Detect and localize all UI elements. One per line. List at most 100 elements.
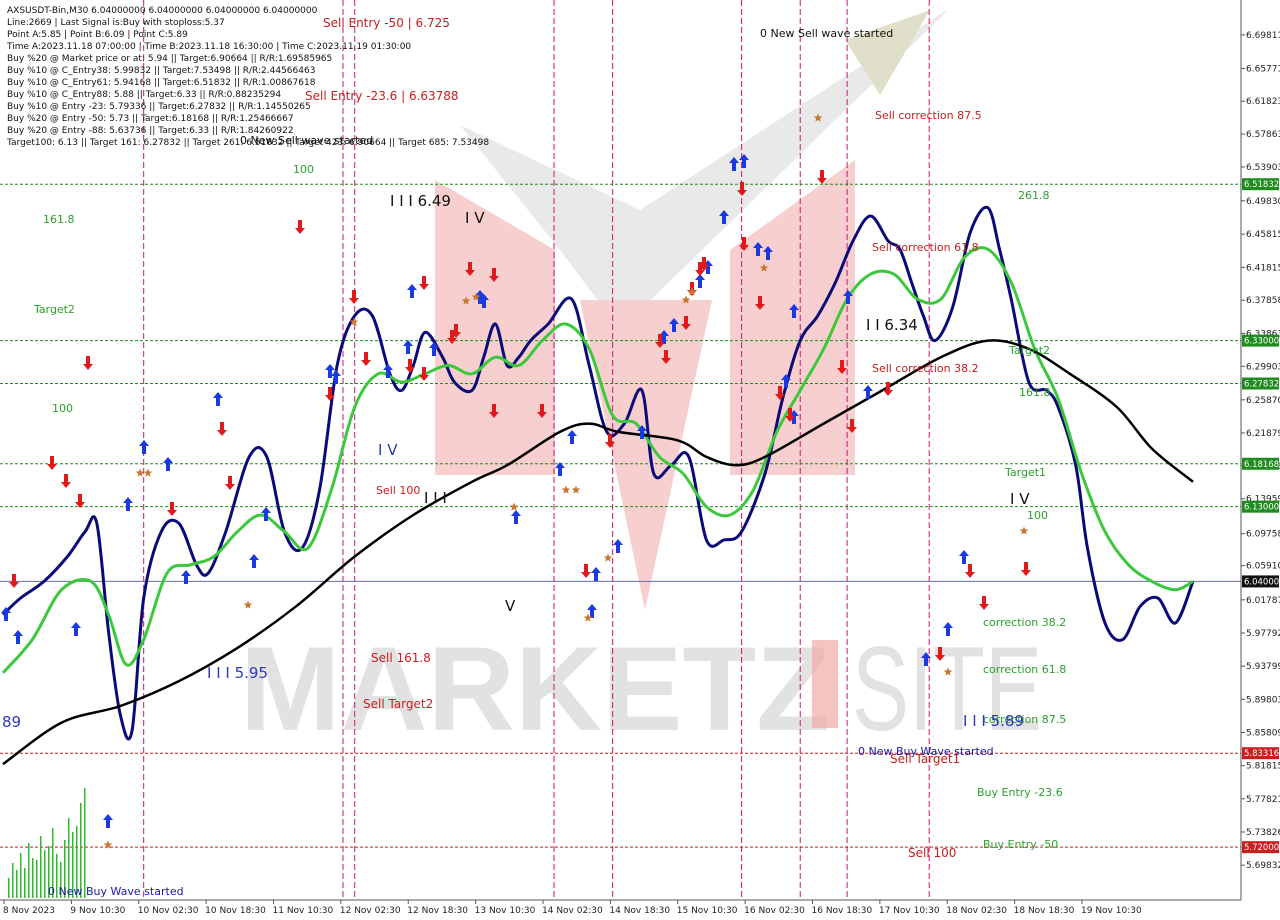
- price-tag-label: 6.33000: [1244, 337, 1279, 347]
- info-line: Buy %10 @ C_Entry38: 5.99832 || Target:7…: [7, 66, 315, 76]
- y-tick-label: 6.57863: [1246, 130, 1280, 140]
- y-tick-label: 6.69811: [1246, 31, 1280, 41]
- y-tick-label: 6.61823: [1246, 97, 1280, 107]
- x-tick-label: 14 Nov 02:30: [542, 906, 603, 916]
- x-tick-label: 17 Nov 10:30: [879, 906, 940, 916]
- price-tag-label: 6.18168: [1244, 460, 1279, 470]
- chart-annotation: I I 6.34: [866, 316, 918, 334]
- x-tick-label: 13 Nov 10:30: [475, 906, 536, 916]
- price-tag-label: 5.72000: [1244, 843, 1279, 853]
- chart-annotation: I V: [465, 209, 485, 227]
- x-tick-label: 11 Nov 10:30: [273, 906, 334, 916]
- x-tick-label: 18 Nov 02:30: [946, 906, 1007, 916]
- volume-bar: [8, 878, 10, 898]
- chart-annotation: 0 New Buy Wave started: [48, 885, 184, 898]
- y-tick-label: 6.65771: [1246, 64, 1280, 74]
- price-chart[interactable]: MARKETZ SITE Sell Entry -50 | 6.725 Sell …: [0, 0, 1280, 920]
- chart-annotation: Target1: [1004, 466, 1046, 479]
- x-tick-label: 10 Nov 02:30: [138, 906, 199, 916]
- volume-bar: [36, 860, 38, 898]
- info-line: Buy %20 @ Entry -88: 5.63736 || Target:6…: [7, 126, 294, 136]
- volume-bar: [84, 788, 86, 898]
- volume-bar: [12, 863, 14, 898]
- chart-annotation: Sell 100: [376, 484, 420, 497]
- x-tick-label: 19 Nov 10:30: [1081, 906, 1142, 916]
- chart-annotation: I I I 5.89: [963, 712, 1024, 730]
- chart-annotation: I V: [1010, 490, 1030, 508]
- chart-annotation: 161.8: [1019, 386, 1051, 399]
- watermark-i-bar: [812, 640, 838, 728]
- chart-annotation: 261.8: [1018, 189, 1050, 202]
- info-line: Buy %10 @ C_Entry88: 5.88 || Target:6.33…: [7, 90, 281, 100]
- chart-annotation: 89: [2, 713, 21, 731]
- volume-bar: [44, 850, 46, 898]
- y-tick-label: 5.85809: [1246, 728, 1280, 738]
- chart-annotation: I I I 6.49: [390, 192, 451, 210]
- chart-annotation: 0 New Buy Wave started: [858, 745, 994, 758]
- info-line: Target100: 6.13 || Target 161: 6.27832 |…: [6, 138, 489, 148]
- price-tag-label: 6.04000: [1244, 577, 1279, 587]
- chart-annotation: Target2: [33, 303, 75, 316]
- y-tick-label: 6.41815: [1246, 263, 1280, 273]
- x-tick-label: 9 Nov 10:30: [70, 906, 125, 916]
- chart-annotation: 100: [1027, 509, 1048, 522]
- price-tag-label: 6.27832: [1244, 380, 1279, 390]
- price-tag-label: 6.51832: [1244, 180, 1279, 190]
- chart-annotation: I I I: [424, 489, 447, 507]
- x-tick-label: 12 Nov 02:30: [340, 906, 401, 916]
- chart-annotation: Sell Entry -50 | 6.725: [323, 16, 450, 30]
- chart-annotation: Buy Entry -50: [983, 838, 1058, 851]
- volume-bar: [32, 858, 34, 898]
- y-tick-label: 5.69832: [1246, 861, 1280, 871]
- x-tick-label: 18 Nov 18:30: [1014, 906, 1075, 916]
- chart-annotation: Sell correction 38.2: [872, 362, 979, 375]
- volume-bar: [40, 836, 42, 898]
- y-tick-label: 6.01787: [1246, 596, 1280, 606]
- y-tick-label: 5.93799: [1246, 662, 1280, 672]
- chart-annotation: correction 38.2: [983, 616, 1066, 629]
- chart-annotation: Sell Entry -23.6 | 6.63788: [305, 89, 459, 103]
- chart-annotation: Sell Target2: [363, 697, 433, 711]
- y-tick-label: 6.25870: [1246, 396, 1280, 406]
- y-tick-label: 6.49830: [1246, 197, 1280, 207]
- chart-annotation: I V: [378, 441, 398, 459]
- x-tick-label: 10 Nov 18:30: [205, 906, 266, 916]
- x-tick-label: 14 Nov 18:30: [609, 906, 670, 916]
- chart-annotation: Buy Entry -23.6: [977, 786, 1063, 799]
- y-tick-label: 5.97792: [1246, 629, 1280, 639]
- y-tick-label: 6.21879: [1246, 429, 1280, 439]
- volume-bar: [24, 868, 26, 898]
- x-tick-label: 16 Nov 02:30: [744, 906, 805, 916]
- x-tick-label: 8 Nov 2023: [3, 906, 55, 916]
- info-line: Line:2669 | Last Signal is:Buy with stop…: [7, 18, 225, 28]
- chart-annotation: V: [505, 597, 516, 615]
- price-tag-label: 5.83316: [1244, 749, 1279, 759]
- x-tick-label: 12 Nov 18:30: [407, 906, 468, 916]
- volume-bar: [20, 853, 22, 898]
- watermark-text: MARKETZ SITE: [240, 622, 1042, 756]
- chart-annotation: Sell 100: [908, 846, 956, 860]
- info-line: Time A:2023.11.18 07:00:00 | Time B:2023…: [6, 42, 411, 52]
- y-tick-label: 6.37858: [1246, 296, 1280, 306]
- info-line: Point A:5.85 | Point B:6.09 | Point C:5.…: [7, 30, 188, 40]
- info-line: Buy %20 @ Market price or at: 5.94 || Ta…: [7, 54, 332, 64]
- chart-annotation: 161.8: [43, 213, 75, 226]
- info-line: Buy %20 @ Entry -50: 5.73 || Target:6.18…: [7, 114, 294, 124]
- chart-annotation: 100: [293, 163, 314, 176]
- y-tick-label: 6.05910: [1246, 562, 1280, 572]
- volume-bar: [28, 843, 30, 898]
- chart-annotation: Sell 161.8: [371, 651, 431, 665]
- y-tick-label: 5.73826: [1246, 828, 1280, 838]
- chart-annotation: 100: [52, 402, 73, 415]
- volume-bar: [80, 803, 82, 898]
- price-tag-label: 6.13000: [1244, 503, 1279, 513]
- volume-bar: [16, 870, 18, 898]
- y-tick-label: 6.45815: [1246, 230, 1280, 240]
- chart-annotation: I I I 5.95: [207, 664, 268, 682]
- chart-annotation: Sell correction 61.8: [872, 241, 979, 254]
- info-line: AXSUSDT-Bin,M30 6.04000000 6.04000000 6.…: [7, 6, 318, 16]
- y-tick-label: 6.53903: [1246, 163, 1280, 173]
- x-tick-label: 16 Nov 18:30: [812, 906, 873, 916]
- info-line: Buy %10 @ Entry -23: 5.79336 || Target:6…: [7, 102, 311, 112]
- y-tick-label: 6.09758: [1246, 530, 1280, 540]
